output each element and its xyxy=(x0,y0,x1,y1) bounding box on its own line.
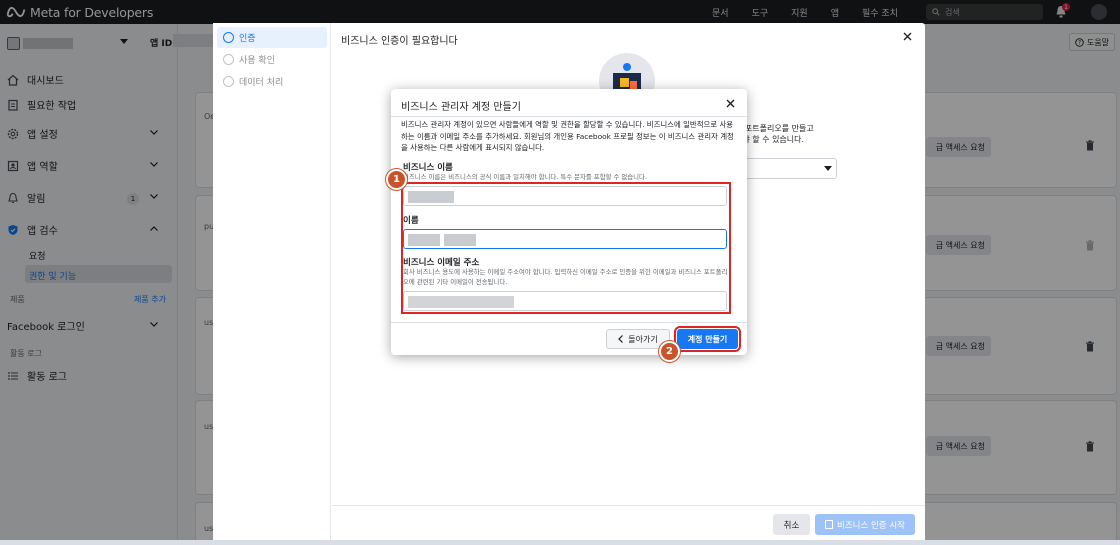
step-data-handling[interactable]: 데이터 처리 xyxy=(217,71,327,92)
start-verification-label: 비즈니스 인증 시작 xyxy=(837,520,905,531)
step-radio xyxy=(223,76,234,87)
modal-description: 비즈니스 관리자 계정이 있으면 사람들에게 역할 및 권한을 할당할 수 있습… xyxy=(401,120,734,153)
step-label: 사용 확인 xyxy=(239,56,275,66)
verification-steps: 인증 사용 확인 데이터 처리 xyxy=(213,23,331,545)
step-marker-1: 1 xyxy=(386,169,407,190)
document-icon xyxy=(825,520,834,529)
business-portfolio-select[interactable] xyxy=(735,158,837,179)
back-label: 돌아가기 xyxy=(628,334,658,344)
chevron-down-icon xyxy=(824,166,832,171)
page-bottom-edge xyxy=(0,540,1120,545)
step-label: 인증 xyxy=(239,34,256,44)
dialog-title: 비즈니스 인증이 필요합니다 xyxy=(341,36,458,47)
start-verification-button[interactable]: 비즈니스 인증 시작 xyxy=(815,514,915,535)
close-icon[interactable] xyxy=(726,99,735,108)
chevron-left-icon xyxy=(618,335,624,343)
highlight-box-fields xyxy=(401,182,731,314)
divider xyxy=(391,322,747,323)
step-verification[interactable]: 인증 xyxy=(217,27,327,48)
close-icon[interactable] xyxy=(903,32,912,41)
business-name-label: 비즈니스 이름 xyxy=(403,163,453,173)
cancel-button[interactable]: 취소 xyxy=(773,514,810,535)
modal-title: 비즈니스 관리자 계정 만들기 xyxy=(401,102,521,113)
step-radio xyxy=(223,54,234,65)
step-radio xyxy=(223,32,234,43)
create-account-button[interactable]: 계정 만들기 xyxy=(674,326,741,352)
step-usage-confirm[interactable]: 사용 확인 xyxy=(217,49,327,70)
step-label: 데이터 처리 xyxy=(239,78,284,88)
step-marker-2: 2 xyxy=(659,341,680,362)
divider xyxy=(391,116,747,117)
